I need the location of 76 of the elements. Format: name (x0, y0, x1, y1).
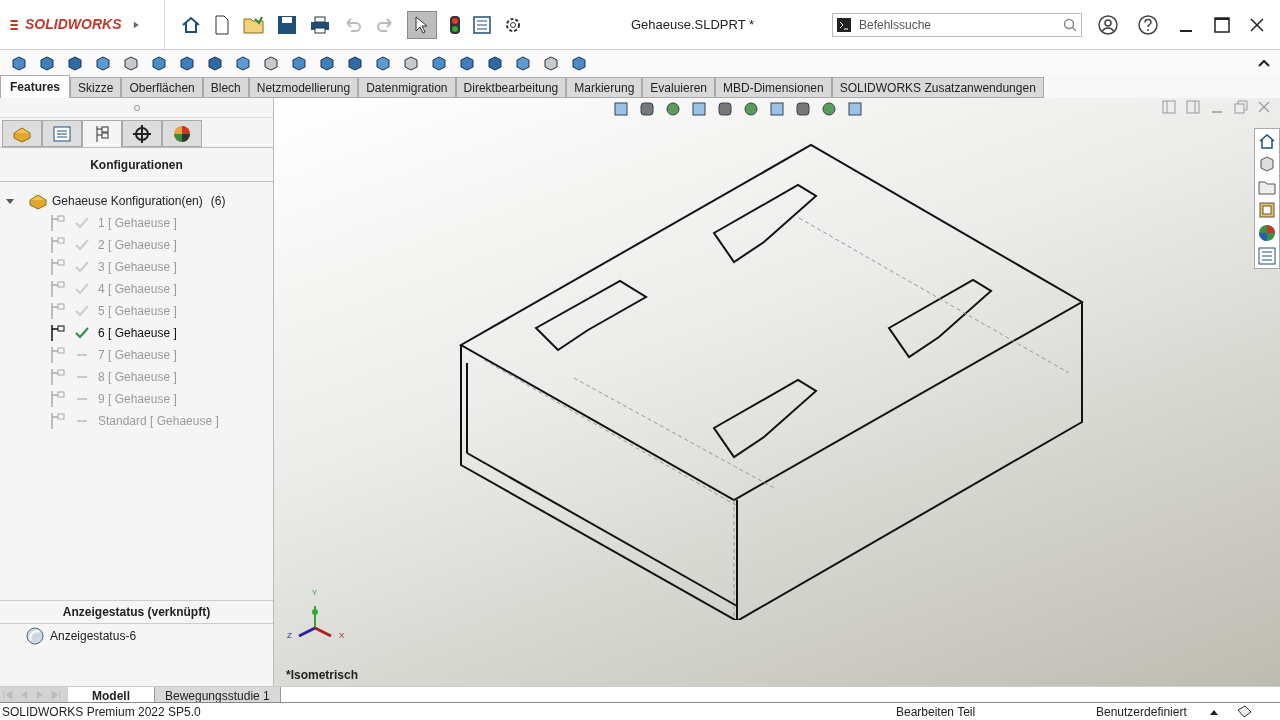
display-manager-tab[interactable] (162, 120, 202, 147)
ribbon-tab[interactable]: Oberflächen (121, 77, 203, 98)
tree-root-label[interactable]: Gehaeuse Konfiguration(en) (52, 192, 203, 210)
crosshair-icon (133, 124, 151, 143)
ribbon-tab[interactable]: Datenmigration (358, 77, 456, 98)
help-icon[interactable] (1138, 14, 1158, 35)
configuration-icon (50, 368, 66, 386)
caret-up-icon[interactable] (1210, 708, 1218, 715)
graphics-area[interactable]: Y Z X *Isometrisch (274, 98, 1280, 686)
tile-left-icon[interactable] (1162, 100, 1176, 114)
model-tab[interactable]: Bewegungsstudie 1 (154, 687, 281, 702)
document-title: Gehaeuse.SLDPRT * (630, 15, 755, 34)
app-logo: SOLIDWORKS (25, 15, 122, 34)
maximize-icon[interactable] (1214, 16, 1230, 33)
section-title: Anzeigestatus (verknüpft) (62, 604, 211, 621)
expand-arrow-icon[interactable] (133, 19, 140, 30)
terminal-icon (837, 17, 851, 32)
search-icon (1063, 17, 1077, 32)
display-state-icon (26, 627, 44, 645)
home-icon[interactable] (1258, 132, 1276, 150)
property-manager-tab[interactable] (42, 120, 82, 147)
ribbon-tab[interactable]: Blech (202, 77, 249, 98)
collapse-caret-icon[interactable] (1258, 58, 1270, 67)
color-ball-icon (173, 124, 191, 143)
version-label: SOLIDWORKS Premium 2022 SP5.0 (1, 703, 202, 720)
x-axis-label: X (339, 630, 345, 642)
ribbon-tab[interactable]: MBD-Dimensionen (715, 77, 832, 98)
color-ball-icon[interactable] (1258, 224, 1276, 242)
save-icon[interactable] (277, 14, 297, 35)
user-icon[interactable] (1098, 14, 1118, 35)
part-icon (28, 192, 48, 210)
panel-title: Konfigurationen (90, 156, 183, 174)
configuration-count: (6) (210, 193, 226, 210)
feature-manager-tab[interactable] (2, 120, 42, 147)
configuration-item[interactable]: 6 [ Gehaeuse ] (98, 324, 177, 342)
select-tool-button[interactable] (407, 10, 437, 39)
command-search-field[interactable]: Befehlssuche (832, 12, 1082, 37)
search-input: Befehlssuche (859, 15, 1055, 34)
view-orientation-label: *Isometrisch (286, 667, 359, 684)
ribbon-tab[interactable]: Features (0, 75, 71, 98)
ribbon-tab[interactable]: Skizze (70, 77, 122, 98)
list-icon (53, 125, 71, 142)
configuration-icon (50, 390, 66, 408)
edit-mode-label: Bearbeiten Teil (896, 703, 977, 720)
ribbon-tab[interactable]: Direktbearbeitung (455, 77, 567, 98)
tile-right-icon[interactable] (1186, 100, 1200, 114)
home-icon[interactable] (181, 14, 201, 35)
close-icon[interactable] (1250, 17, 1264, 32)
configuration-icon (50, 324, 66, 342)
configuration-icon (50, 214, 66, 232)
configuration-icon (50, 236, 66, 254)
ribbon-tab[interactable]: Markierung (566, 77, 643, 98)
display-state-item[interactable]: Anzeigestatus-6 (50, 627, 137, 645)
traffic-light-icon[interactable] (449, 14, 461, 35)
folder-icon[interactable] (1258, 178, 1276, 196)
configuration-icon (50, 258, 66, 276)
configuration-icon (50, 302, 66, 320)
grip-icon[interactable] (133, 104, 140, 111)
cube-icon[interactable] (1258, 155, 1276, 173)
ribbon-tab[interactable]: SOLIDWORKS Zusatzanwendungen (831, 77, 1044, 98)
print-icon[interactable] (309, 14, 331, 35)
configuration-icon (95, 125, 109, 143)
z-axis-label: Z (287, 630, 292, 642)
configuration-icon (50, 346, 66, 364)
ribbon-tab[interactable]: Evaluieren (642, 77, 715, 98)
configuration-icon (50, 412, 66, 430)
y-axis-label: Y (312, 587, 318, 599)
list-icon[interactable] (473, 15, 491, 34)
open-folder-icon[interactable] (243, 14, 265, 35)
configuration-icon (50, 280, 66, 298)
units-label[interactable]: Benutzerdefiniert (1096, 702, 1196, 720)
new-document-icon[interactable] (213, 14, 231, 35)
ribbon-tab[interactable]: Netzmodellierung (248, 77, 359, 98)
collapse-caret-icon[interactable] (6, 197, 14, 205)
cursor-icon (415, 15, 429, 34)
dimxpert-tab[interactable] (122, 120, 162, 147)
